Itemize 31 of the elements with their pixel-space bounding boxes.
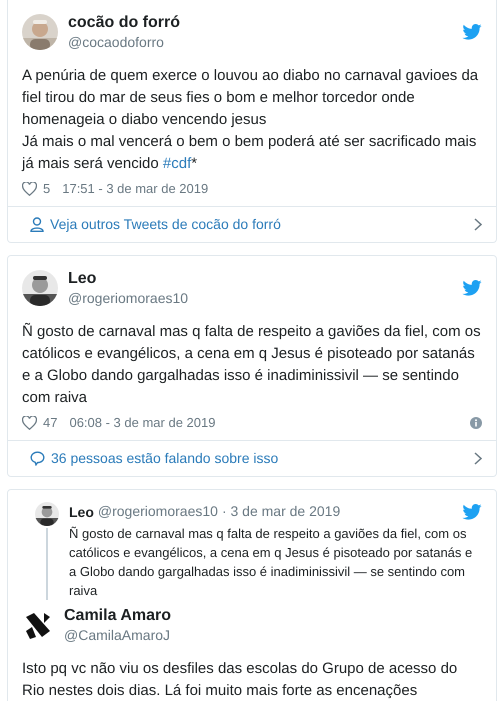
tweet-text: Já mais o mal vencerá o bem o bem poderá até ser sacrificado mais já mais será vencido #cdf* (22, 132, 478, 174)
heart-icon[interactable] (22, 416, 37, 430)
tweet-text: A penúria de quem exerce o louvou ao diabo no carnaval gavioes da fiel tirou do mar de seus fies o bom e melhor torcedor onde homenageia o diabo vencendo jesus (22, 66, 480, 130)
user-name[interactable]: cocão do forró (68, 13, 180, 33)
info-icon[interactable] (470, 416, 482, 428)
footer-link[interactable]: 36 pessoas estão falando sobre isso (8, 440, 496, 476)
bird-icon (462, 504, 482, 520)
quoted-text: Ñ gosto de carnaval mas q falta de respeito a gaviões da fiel, com os católicos e evangélicos, a cena em q Jesus é pisoteado por satanás e a Globo dando gargalhadas isso é inadiminissivil — se sentindo com raiva (69, 525, 474, 600)
heart-icon[interactable] (22, 182, 37, 196)
user-handle[interactable]: @rogeriomoraes10 (98, 502, 218, 520)
footer-link[interactable]: Veja outros Tweets de cocão do forró (8, 206, 496, 242)
chevron-icon (474, 452, 482, 464)
bird-icon (462, 280, 482, 296)
hashtag-link[interactable]: #cdf (162, 155, 192, 172)
like-count: 47 (43, 415, 58, 430)
user-handle[interactable]: @CamilaAmaroJ (64, 626, 170, 644)
user-handle[interactable]: @rogeriomoraes10 (68, 289, 188, 307)
person-icon (30, 216, 44, 232)
user-handle[interactable]: @cocaodoforro (68, 33, 164, 51)
tweet-text: Isto pq vc não viu os desfiles das escolas do Grupo de acesso do Rio nestes dois dias. Lá foi muito mais forte as encenações (22, 659, 458, 701)
chevron-icon (474, 218, 482, 230)
tweet-time[interactable]: 17:51 - 3 de mar de 2019 (62, 181, 208, 196)
tweet-time[interactable]: 06:08 - 3 de mar de 2019 (69, 415, 216, 430)
tweet-date[interactable]: · 3 de mar de 2019 (222, 502, 340, 520)
user-name[interactable]: Leo (69, 502, 94, 522)
user-name[interactable]: Leo (68, 269, 96, 289)
user-name[interactable]: Camila Amaro (64, 606, 171, 626)
bird-icon (462, 24, 482, 40)
tweet-text: Ñ gosto de carnaval mas q falta de respeito a gaviões da fiel, com os católicos e evangélicos, a cena em q Jesus é pisoteado por satanás e a Globo dando gargalhadas isso é inadiminissivil — se sentindo com raiva (22, 322, 482, 408)
speech-bubble-icon (30, 450, 45, 466)
like-count: 5 (43, 181, 50, 196)
